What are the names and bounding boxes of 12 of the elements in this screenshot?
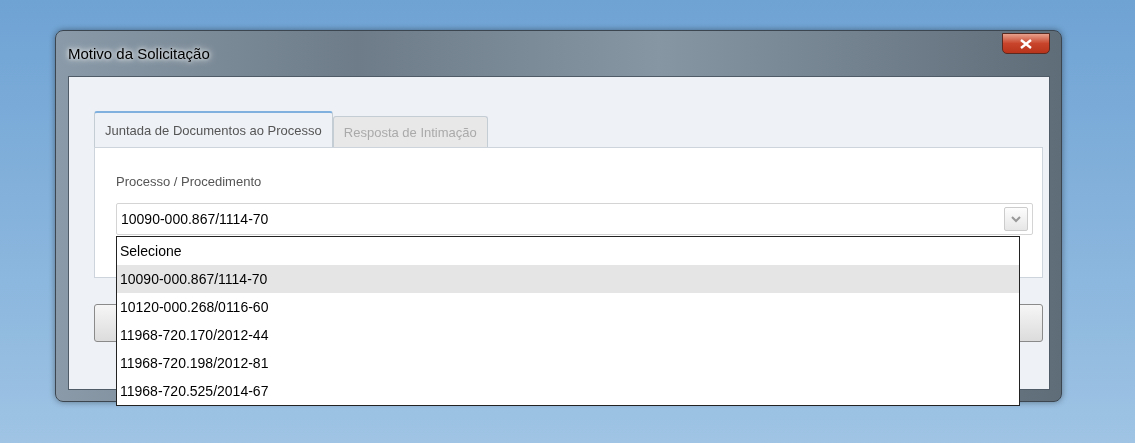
dropdown-option[interactable]: 11968-720.170/2012-44 xyxy=(117,321,1019,349)
tab[interactable]: Juntada de Documentos ao Processo xyxy=(94,111,333,147)
dropdown-option[interactable]: 11968-720.198/2012-81 xyxy=(117,349,1019,377)
chevron-down-icon xyxy=(1011,215,1021,223)
close-icon xyxy=(1020,38,1032,49)
dropdown-option[interactable]: 10090-000.867/1114-70 xyxy=(117,265,1019,293)
window-title: Motivo da Solicitação xyxy=(68,45,210,62)
dropdown-option[interactable]: 11968-720.525/2014-67 xyxy=(117,377,1019,405)
dropdown-option[interactable]: 10120-000.268/0116-60 xyxy=(117,293,1019,321)
field-label: Processo / Procedimento xyxy=(116,174,263,189)
dropdown-option[interactable]: Selecione xyxy=(117,237,1019,265)
close-button[interactable] xyxy=(1002,33,1050,54)
